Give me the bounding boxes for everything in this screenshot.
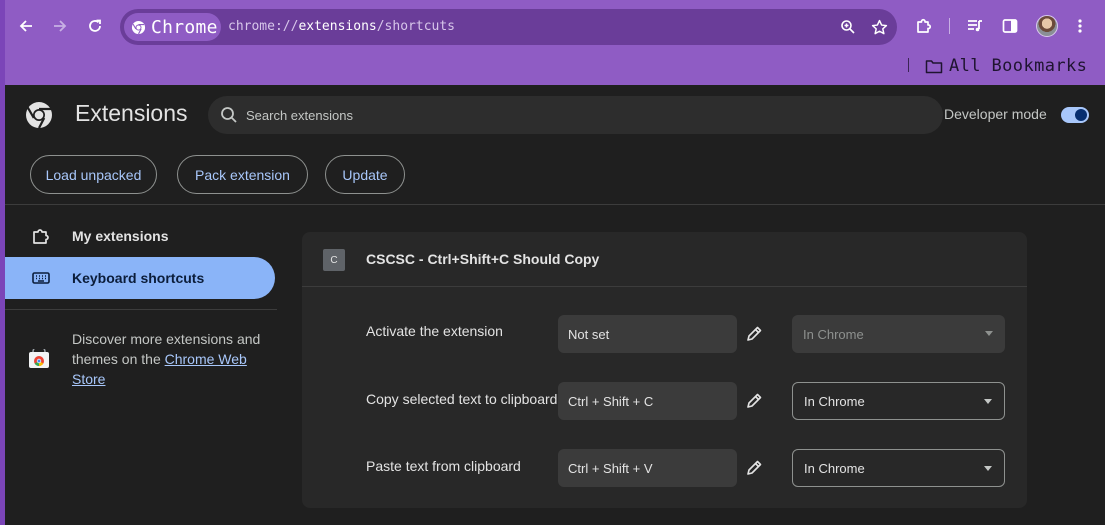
back-button[interactable] (12, 12, 40, 40)
page-title: Extensions (75, 100, 188, 126)
scope-value: In Chrome (804, 460, 865, 476)
zoom-button[interactable] (838, 17, 858, 37)
keyboard-icon (31, 268, 51, 288)
profile-avatar[interactable] (1036, 15, 1058, 37)
chrome-logo-icon (131, 20, 146, 34)
scope-select[interactable]: In Chrome (792, 315, 1005, 353)
chrome-logo-icon (26, 102, 52, 129)
zoom-icon (841, 20, 855, 34)
discover-text: Discover more extensions and themes on t… (72, 329, 267, 389)
pencil-icon (747, 460, 762, 475)
sidebar-item-keyboard-shortcuts[interactable]: Keyboard shortcuts (5, 257, 275, 299)
shortcut-input[interactable]: Not set (558, 315, 737, 353)
bookmarks-divider (908, 58, 909, 72)
url-path: /shortcuts (376, 19, 456, 34)
toggle-knob (1075, 109, 1087, 121)
search-input[interactable] (246, 96, 926, 134)
bookmark-star-button[interactable] (869, 17, 889, 37)
edit-shortcut-button[interactable] (743, 457, 765, 479)
developer-mode-label: Developer mode (944, 106, 1047, 122)
all-bookmarks-button[interactable]: All Bookmarks (925, 54, 1087, 78)
search-icon (221, 107, 237, 123)
shortcut-input[interactable]: Ctrl + Shift + V (558, 449, 737, 487)
reading-list-button[interactable] (961, 12, 989, 40)
developer-mode-toggle[interactable] (1061, 107, 1089, 123)
sidebar-item-my-extensions[interactable]: My extensions (5, 215, 275, 257)
scope-value: In Chrome (803, 326, 864, 342)
scope-select[interactable]: In Chrome (792, 382, 1005, 420)
extension-icon: C (323, 249, 345, 271)
web-store-icon (29, 349, 49, 368)
reload-icon (89, 19, 101, 32)
extension-shortcut-card: C CSCSC - Ctrl+Shift+C Should Copy Activ… (302, 232, 1027, 508)
address-bar[interactable]: Chrome chrome://extensions/shortcuts (120, 9, 897, 45)
url-text[interactable]: chrome://extensions/shortcuts (228, 19, 455, 34)
forward-button[interactable] (46, 12, 74, 40)
side-panel-icon (1002, 19, 1018, 33)
url-host: extensions (298, 19, 377, 34)
star-icon (871, 19, 887, 34)
scope-select[interactable]: In Chrome (792, 449, 1005, 487)
url-scheme: chrome:// (228, 19, 299, 34)
sidebar-item-label: My extensions (72, 228, 169, 244)
extensions-button[interactable] (910, 12, 938, 40)
site-chip[interactable]: Chrome (124, 13, 221, 41)
puzzle-icon (31, 226, 51, 246)
site-chip-label: Chrome (151, 16, 218, 38)
load-unpacked-button[interactable]: Load unpacked (30, 155, 157, 194)
folder-icon (925, 59, 943, 73)
reload-button[interactable] (81, 12, 109, 40)
shortcut-input[interactable]: Ctrl + Shift + C (558, 382, 737, 420)
command-label: Copy selected text to clipboard (366, 391, 558, 407)
command-label: Paste text from clipboard (366, 458, 521, 474)
card-header: C CSCSC - Ctrl+Shift+C Should Copy (302, 232, 1027, 287)
back-arrow-icon (19, 20, 32, 32)
pencil-icon (747, 326, 762, 341)
search-box[interactable] (208, 96, 943, 134)
edit-shortcut-button[interactable] (743, 323, 765, 345)
side-panel-button[interactable] (996, 12, 1024, 40)
command-label: Activate the extension (366, 323, 503, 339)
update-button[interactable]: Update (325, 155, 405, 194)
pack-extension-button[interactable]: Pack extension (177, 155, 308, 194)
toolbar-divider (949, 18, 950, 34)
playlist-icon (968, 20, 982, 32)
menu-button[interactable] (1066, 12, 1094, 40)
more-vert-icon (1078, 19, 1082, 33)
all-bookmarks-label: All Bookmarks (949, 56, 1088, 76)
sidebar-item-label: Keyboard shortcuts (72, 270, 205, 286)
caret-down-icon (984, 466, 992, 471)
browser-toolbar: Chrome chrome://extensions/shortcuts (5, 0, 1105, 52)
scope-value: In Chrome (804, 393, 865, 409)
forward-arrow-icon (54, 20, 67, 32)
sidebar-divider (5, 309, 277, 310)
caret-down-icon (985, 331, 993, 336)
page-header: Extensions Developer mode Load unpacked … (5, 85, 1105, 205)
caret-down-icon (984, 399, 992, 404)
edit-shortcut-button[interactable] (743, 390, 765, 412)
puzzle-icon (917, 18, 932, 33)
extensions-page: Extensions Developer mode Load unpacked … (5, 85, 1105, 525)
pencil-icon (747, 393, 762, 408)
extension-name: CSCSC - Ctrl+Shift+C Should Copy (366, 251, 600, 267)
bookmarks-bar: All Bookmarks (5, 52, 1105, 85)
